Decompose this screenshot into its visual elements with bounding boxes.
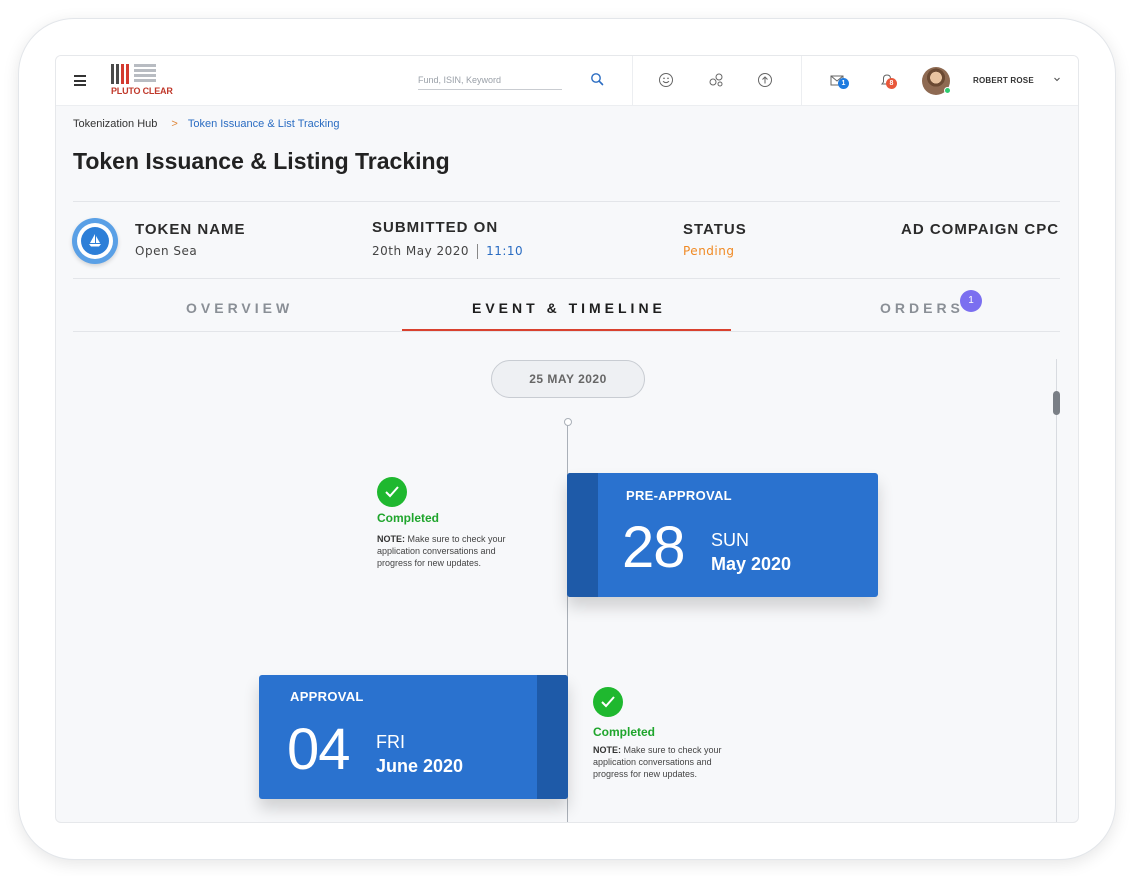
link-icon[interactable]	[707, 71, 725, 89]
timeline-start-dot	[564, 418, 572, 426]
scrollbar-thumb[interactable]	[1053, 391, 1060, 415]
divider	[73, 201, 1060, 202]
logo-wordmark: PLUTO CLEAR	[111, 86, 173, 96]
sailboat-icon	[72, 218, 118, 264]
event-status: Completed	[593, 725, 656, 739]
search-icon[interactable]	[590, 72, 604, 86]
submitted-time: 11:10	[486, 244, 524, 258]
event-note: NOTE: Make sure to check your applicatio…	[593, 745, 722, 779]
event-weekday: SUN	[711, 530, 750, 550]
submitted-date: 20th May 2020	[372, 244, 470, 258]
status-value: Pending	[683, 244, 735, 258]
breadcrumb-current[interactable]: Token Issuance & List Tracking	[188, 118, 340, 130]
mail-badge: 1	[838, 78, 849, 89]
event-label: PRE-APPROVAL	[626, 488, 732, 503]
check-icon	[593, 687, 623, 717]
event-month-year: June 2020	[376, 756, 464, 776]
event-status: Completed	[377, 511, 440, 525]
search-input[interactable]	[418, 75, 558, 85]
divider	[73, 278, 1060, 279]
event-note: NOTE: Make sure to check your applicatio…	[377, 534, 506, 568]
event-day: 04	[287, 717, 351, 782]
upload-icon[interactable]	[756, 71, 774, 89]
breadcrumb: Tokenization Hub > Token Issuance & List T…	[73, 118, 339, 130]
event-label: APPROVAL	[290, 689, 364, 704]
tab-event-timeline[interactable]: EVENT & TIMELINE	[472, 300, 666, 316]
chevron-down-icon[interactable]	[1052, 74, 1062, 84]
submitted-label: SUBMITTED ON	[372, 219, 499, 236]
token-name-value: Open Sea	[135, 244, 198, 258]
event-card-approval[interactable]: APPROVAL 04 FRI June 2020	[259, 675, 568, 799]
avatar[interactable]	[922, 67, 951, 95]
token-name-label: TOKEN NAME	[135, 221, 246, 238]
card-strip	[537, 675, 568, 799]
tab-overview[interactable]: OVERVIEW	[186, 300, 293, 316]
username[interactable]: ROBERT ROSE	[973, 76, 1034, 85]
orders-badge: 1	[960, 290, 982, 312]
event-weekday: FRI	[376, 732, 405, 752]
search-field[interactable]	[418, 70, 562, 90]
status-label: STATUS	[683, 221, 747, 238]
check-icon	[377, 477, 407, 507]
tab-orders[interactable]: ORDERS	[880, 300, 964, 316]
date-pill: 25 MAY 2020	[491, 360, 645, 398]
breadcrumb-root[interactable]: Tokenization Hub	[73, 118, 157, 130]
header-divider	[801, 56, 802, 106]
card-strip	[567, 473, 598, 597]
app-screen: PLUTO CLEAR 1	[55, 55, 1079, 823]
event-month-year: May 2020	[711, 554, 792, 574]
ad-campaign-label: AD COMPAIGN CPC	[901, 221, 1060, 238]
event-card-pre-approval[interactable]: PRE-APPROVAL 28 SUN May 2020	[567, 473, 878, 597]
divider	[73, 331, 1060, 332]
smiley-icon[interactable]	[657, 71, 675, 89]
top-bar: PLUTO CLEAR 1	[56, 56, 1078, 106]
scrollbar-track	[1056, 359, 1057, 822]
notification-badge: 8	[886, 78, 897, 89]
event-day: 28	[622, 515, 686, 580]
breadcrumb-separator: >	[171, 118, 178, 130]
menu-icon[interactable]	[74, 75, 86, 86]
page-title: Token Issuance & Listing Tracking	[73, 148, 450, 174]
header-divider	[632, 56, 633, 106]
logo[interactable]: PLUTO CLEAR	[111, 64, 173, 100]
submitted-value: 20th May 2020 11:10	[372, 244, 523, 259]
online-status-dot	[944, 87, 951, 94]
